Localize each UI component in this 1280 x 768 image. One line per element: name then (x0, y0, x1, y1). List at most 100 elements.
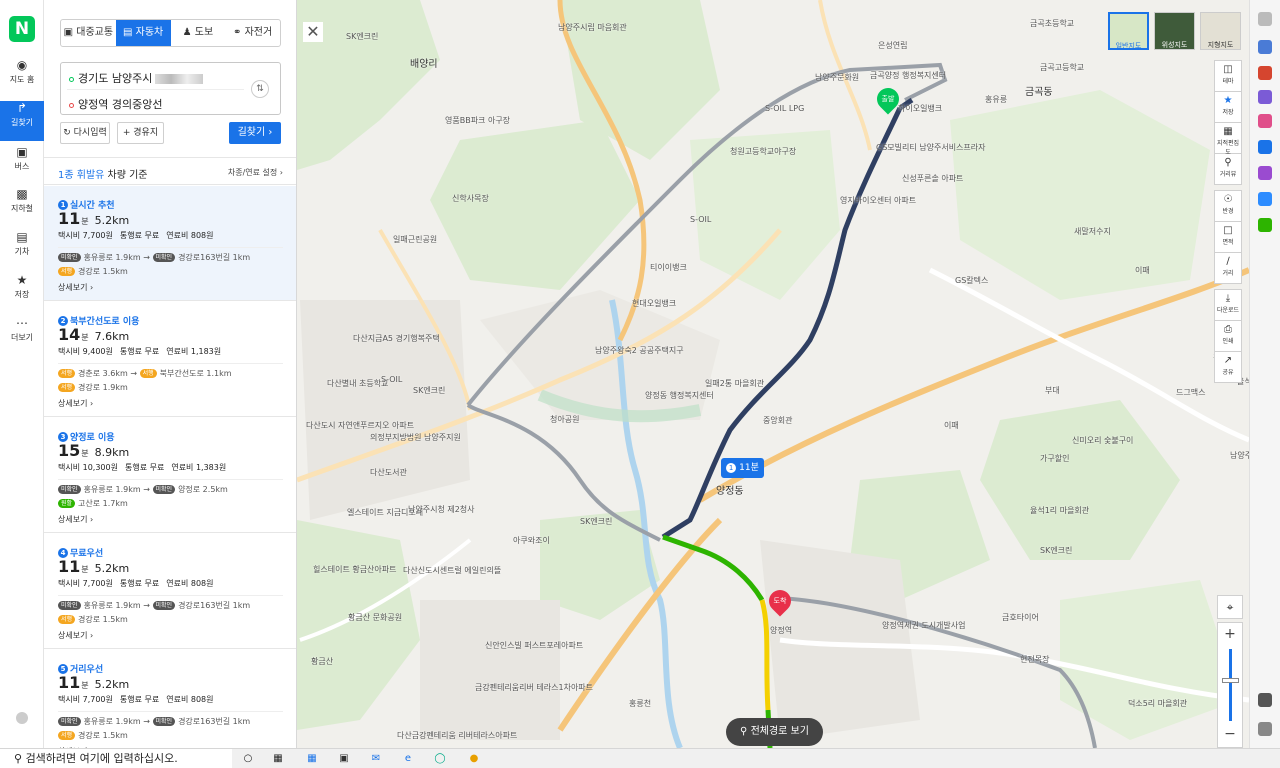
origin-field[interactable]: 경기도 남양주시 (69, 70, 204, 86)
route-option[interactable]: 5 거리우선 11분 5.2km 택시비 7,700원 통행료 무료 연료비 808원 미확인… (44, 650, 296, 748)
map-place-label[interactable]: 황금산 문화공원 (348, 612, 402, 623)
map-place-label[interactable]: GS모빌리티 남양주서비스프라자 (876, 142, 986, 153)
details-link[interactable]: 상세보기 › (58, 514, 93, 525)
map-place-label[interactable]: 남양주문화원 (815, 72, 859, 83)
games-icon[interactable] (1258, 114, 1272, 128)
edge-icon[interactable]: ◯ (432, 752, 448, 766)
map-place-label[interactable]: 금곡초등학교 (1030, 18, 1074, 29)
close-icon[interactable]: ✕ (303, 22, 323, 42)
vehicle-setting-link[interactable]: 차종/연료 설정 › (228, 167, 283, 178)
tool-print[interactable]: ⎙ 인쇄 (1214, 320, 1242, 352)
map-place-label[interactable]: 신안인스빌 퍼스트포레아파트 (485, 640, 583, 651)
map-place-label[interactable]: 아쿠와조이 (513, 535, 550, 546)
map-type-normal[interactable]: 일반지도 (1108, 12, 1149, 50)
map-place-label[interactable]: GS칼텍스 (955, 275, 988, 286)
map-place-label[interactable]: 금곡양정 행정복지센터 (870, 70, 946, 81)
map-place-label[interactable]: 이패 (1135, 265, 1150, 276)
tool-radius[interactable]: ☉ 반경 (1214, 190, 1242, 222)
map-place-label[interactable]: S-OIL LPG (765, 104, 804, 113)
rail-directions[interactable]: ↱ 길찾기 (0, 101, 44, 141)
map-place-label[interactable]: 다산신도시센트럴 에일린의뜰 (403, 565, 501, 576)
route-option[interactable]: 2 북부간선도로 이용 14분 7.6km 택시비 9,400원 통행료 무료 연료비 1,… (44, 302, 296, 417)
naver-logo[interactable]: N (9, 16, 35, 42)
map-place-label[interactable]: 은성연립 (878, 40, 907, 51)
tool-distance[interactable]: ∕ 거리 (1214, 252, 1242, 284)
map-place-label[interactable]: 현전목장 (1020, 654, 1049, 665)
map-place-label[interactable]: 금곡고등학교 (1040, 62, 1084, 73)
tab-transit[interactable]: ▣ 대중교통 (61, 20, 116, 46)
map-place-label[interactable]: 다산별내 초등학교 (327, 378, 388, 389)
map-place-label[interactable]: 가구할인 (1040, 453, 1069, 464)
map-place-label[interactable]: 영지바이오센터 아파트 (840, 195, 916, 206)
tool-download[interactable]: ⤓ 다운로드 (1214, 289, 1242, 321)
outlook-icon[interactable] (1258, 140, 1272, 154)
destination-field[interactable]: 양정역 경의중앙선 (69, 96, 162, 112)
map-place-label[interactable]: 다산금강펜테리움 리버테라스아파트 (397, 730, 517, 741)
map-place-label[interactable]: 일패2통 마을회관 (705, 378, 764, 389)
tab-walk[interactable]: ♟ 도보 (171, 20, 226, 46)
rail-more[interactable]: ⋯ 더보기 (0, 316, 44, 356)
taskbar-search-input[interactable]: ⚲ 검색하려면 여기에 입력하십시오. (0, 749, 232, 768)
map-place-label[interactable]: 홍릉천 (629, 698, 651, 709)
tool-area[interactable]: □ 면적 (1214, 221, 1242, 253)
zoom-track[interactable] (1229, 649, 1232, 721)
ie-icon[interactable]: e (400, 752, 416, 766)
details-link[interactable]: 상세보기 › (58, 282, 93, 293)
map-place-label[interactable]: 남양주왕숙2 공공주택지구 (595, 345, 684, 356)
map-place-label[interactable]: 다산도시 자연앤푸르지오 아파트 (306, 420, 414, 431)
swap-icon[interactable]: ⇅ (251, 80, 269, 98)
rail-subway[interactable]: ▩ 지하철 (0, 187, 44, 227)
map-place-label[interactable]: 하이오일뱅크 (898, 103, 942, 114)
map-place-label[interactable]: 양정동 (716, 482, 744, 497)
tab-car[interactable]: ▤ 자동차 (115, 20, 171, 46)
rail-saved[interactable]: ★ 저장 (0, 273, 44, 313)
sidebar-toggle-icon[interactable] (1258, 693, 1272, 707)
map-place-label[interactable]: S-OIL (381, 375, 402, 384)
map-place-label[interactable]: SK엔크린 (413, 385, 445, 396)
route-time-badge[interactable]: 1 11분 (721, 458, 764, 478)
details-link[interactable]: 상세보기 › (58, 398, 93, 409)
map-place-label[interactable]: 청아공원 (550, 414, 579, 425)
zoom-out-button[interactable]: − (1218, 723, 1242, 745)
map-place-label[interactable]: 남양주시 덕소지구 (1230, 450, 1249, 461)
mail-icon[interactable]: ✉ (368, 752, 384, 766)
map-place-label[interactable]: SK엔크린 (346, 31, 378, 42)
map-place-label[interactable]: 이패 (944, 420, 959, 431)
map-place-label[interactable]: 덕소5리 마을회관 (1128, 698, 1187, 709)
tool-theme[interactable]: ◫ 테마 (1214, 60, 1242, 92)
map-type-satellite[interactable]: 위성지도 (1154, 12, 1195, 50)
edit-icon[interactable] (1258, 166, 1272, 180)
map-place-label[interactable]: 배양리 (410, 55, 438, 70)
map-type-terrain[interactable]: 지형지도 (1200, 12, 1241, 50)
map-place-label[interactable]: 신미오리 숯불구이 (1072, 435, 1133, 446)
map-place-label[interactable]: 남양주시청 제2청사 (408, 504, 475, 515)
add-waypoint-button[interactable]: + 경유지 (117, 122, 164, 144)
view-full-route-button[interactable]: ⚲ 전체경로 보기 (726, 718, 823, 746)
map-canvas[interactable]: 1 11분 출발 도착 배양리 금곡동 양정동 SK엔크린 금곡초등학교 남양주시립 마음회… (297, 0, 1249, 748)
map-place-label[interactable]: 금호타이어 (1002, 612, 1039, 623)
map-place-label[interactable]: 청원고등학교야구장 (730, 146, 796, 157)
map-place-label[interactable]: 일패근린공원 (393, 234, 437, 245)
toolbox-icon[interactable] (1258, 66, 1272, 80)
map-place-label[interactable]: 양정역 (770, 625, 792, 636)
map-place-label[interactable]: 부대 (1045, 385, 1060, 396)
settings-icon[interactable] (1258, 722, 1272, 736)
map-place-label[interactable]: 금곡동 (1025, 83, 1053, 98)
tree-icon[interactable] (1258, 218, 1272, 232)
map-place-label[interactable]: 황금산 (311, 656, 333, 667)
map-place-label[interactable]: 남양주시립 마음회관 (558, 22, 627, 33)
map-place-label[interactable]: 양정동 행정복지센터 (645, 390, 714, 401)
rail-train[interactable]: ▤ 기차 (0, 230, 44, 270)
app-icon[interactable]: ● (466, 752, 482, 766)
tool-saved[interactable]: ★ 저장 (1214, 91, 1242, 123)
tool-cadastral[interactable]: ▦ 지적편집도 (1214, 122, 1242, 156)
map-place-label[interactable]: 다산지금A5 경기행복주택 (353, 333, 440, 344)
tool-share[interactable]: ↗ 공유 (1214, 351, 1242, 383)
route-option[interactable]: 4 무료우선 11분 5.2km 택시비 7,700원 통행료 무료 연료비 808원 미확인… (44, 534, 296, 649)
rail-map-home[interactable]: ◉ 지도 홈 (0, 58, 44, 98)
map-place-label[interactable]: 새말저수지 (1074, 226, 1111, 237)
rail-bus[interactable]: ▣ 버스 (0, 145, 44, 185)
my-location-button[interactable]: ⌖ (1217, 595, 1243, 619)
tool-streetview[interactable]: ⚲ 거리뷰 (1214, 153, 1242, 185)
search-route-button[interactable]: 길찾기 › (229, 122, 281, 144)
